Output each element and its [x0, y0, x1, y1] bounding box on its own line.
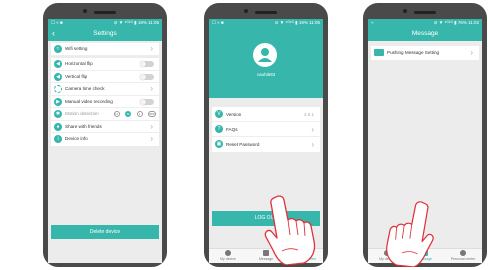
settings-row-label: Horizontal flip	[65, 61, 93, 66]
hand-pointer-icon	[264, 195, 316, 265]
status-icons-right: ⊘ ▼ ⁴ᴳ⁴ᴳ ▮ 19% 11:05	[274, 20, 320, 25]
settings-row-device-info[interactable]: i Device info ›	[51, 133, 159, 146]
pushing-message-label: Pushing Message Setting	[387, 50, 440, 55]
chevron-right-icon: ›	[150, 84, 153, 93]
settings-row-label: Camera time check	[65, 86, 105, 91]
reset-password-label: Reset Password	[226, 142, 260, 147]
page-title: Message	[411, 30, 439, 37]
avatar[interactable]	[253, 43, 277, 67]
tab-my-device[interactable]: My device	[209, 250, 247, 262]
settings-row-manual-recording: ▶ Manual video recording	[51, 96, 159, 108]
message-card: Pushing Message Setting ›	[371, 46, 479, 60]
status-bar: ☐ ≈ ■ ⊘ ▼ ⁴ᴳ⁴ᴳ ▮ 19% 11:05	[48, 19, 162, 26]
motion-option-h[interactable]: H	[113, 111, 120, 117]
version-icon: V	[215, 110, 223, 118]
settings-row-label: Share with friends	[65, 123, 102, 129]
status-icons-right: ⊘ ▼ ⁴ᴳ⁴ᴳ ▮ 76% 11:02	[433, 20, 479, 25]
user-icon	[258, 48, 272, 62]
front-camera	[244, 9, 248, 13]
horizontal-flip-toggle[interactable]	[140, 61, 154, 67]
settings-row-vertical-flip: ◀ Vertical flip	[51, 71, 159, 83]
speaker	[94, 11, 116, 14]
tab-label: Personal center	[450, 257, 476, 261]
profile-header: caohi693	[209, 26, 323, 98]
video-icon: ▶	[54, 97, 62, 106]
settings-row-label: Device info	[65, 136, 88, 141]
status-bar: ☐ ≈ ■ ⊘ ▼ ⁴ᴳ⁴ᴳ ▮ 19% 11:05	[209, 19, 323, 26]
clock-icon	[54, 85, 62, 93]
chevron-right-icon: ›	[470, 48, 473, 57]
motion-option-l[interactable]: L	[136, 111, 143, 117]
motion-option-m[interactable]: M	[125, 111, 132, 117]
username: caohi693	[256, 72, 276, 77]
settings-row-share[interactable]: ● Share with friends ›	[51, 121, 159, 133]
speaker	[255, 11, 277, 14]
envelope-icon	[374, 49, 384, 56]
chevron-right-icon: ›	[150, 121, 153, 131]
row-version: V Version 2.0.1	[212, 107, 320, 122]
manual-recording-toggle[interactable]	[140, 98, 154, 105]
speaker	[414, 11, 436, 14]
front-camera	[83, 9, 87, 13]
settings-row-label: Wifi setting	[65, 46, 88, 51]
status-bar: ≈ ⊘ ▼ ⁴ᴳ⁴ᴳ ▮ 76% 11:02	[368, 19, 482, 26]
phone-message: ≈ ⊘ ▼ ⁴ᴳ⁴ᴳ ▮ 76% 11:02 Message Pushing M…	[363, 3, 487, 267]
phone-settings: ☐ ≈ ■ ⊘ ▼ ⁴ᴳ⁴ᴳ ▮ 19% 11:05 ‹ Settings ≈ …	[43, 3, 167, 267]
settings-row-label: Motion detection	[65, 111, 99, 116]
tab-label: My device	[220, 257, 236, 261]
question-icon: ?	[215, 125, 223, 133]
motion-icon: ✱	[54, 110, 62, 118]
wifi-icon: ≈	[54, 45, 62, 53]
row-reset-password[interactable]: ▣ Reset Password ›	[212, 137, 320, 152]
settings-row-wifi[interactable]: ≈ Wifi setting ›	[51, 43, 159, 56]
vertical-flip-icon: ◀	[54, 72, 62, 81]
wifi-card: ≈ Wifi setting ›	[51, 43, 159, 56]
chevron-right-icon: ›	[311, 140, 314, 149]
account-card: V Version 2.0.1 ? FAQs › ▣ Reset Passwor…	[212, 107, 320, 152]
status-icons-left: ☐ ≈ ■	[212, 20, 224, 25]
horizontal-flip-icon: ◀	[54, 60, 62, 68]
chevron-right-icon: ›	[311, 125, 314, 134]
settings-row-label: Vertical flip	[65, 73, 88, 79]
front-camera	[403, 9, 407, 13]
settings-row-label: Manual video recording	[65, 98, 113, 104]
faqs-label: FAQs	[226, 127, 238, 132]
info-icon: i	[54, 135, 62, 143]
page-title: Settings	[93, 30, 117, 37]
tab-personal-center[interactable]: Personal center	[444, 250, 482, 262]
chevron-right-icon: ›	[150, 134, 153, 143]
vertical-flip-toggle[interactable]	[140, 73, 154, 80]
title-bar: ‹ Settings	[48, 26, 162, 41]
version-value: 2.0.1	[303, 112, 314, 117]
settings-card: ◀ Horizontal flip ◀ Vertical flip Camera…	[51, 58, 159, 146]
title-bar: Message	[368, 26, 482, 41]
settings-row-horizontal-flip: ◀ Horizontal flip	[51, 58, 159, 71]
chevron-right-icon: ›	[150, 44, 153, 53]
row-pushing-message-setting[interactable]: Pushing Message Setting ›	[371, 46, 479, 60]
motion-option-off[interactable]: OFF	[148, 111, 156, 117]
settings-screen: ☐ ≈ ■ ⊘ ▼ ⁴ᴳ⁴ᴳ ▮ 19% 11:05 ‹ Settings ≈ …	[48, 19, 162, 263]
status-icons-left: ≈	[371, 20, 374, 25]
lock-icon: ▣	[215, 140, 223, 148]
status-icons-right: ⊘ ▼ ⁴ᴳ⁴ᴳ ▮ 19% 11:05	[113, 20, 159, 25]
phone-personal-center: ☐ ≈ ■ ⊘ ▼ ⁴ᴳ⁴ᴳ ▮ 19% 11:05 caohi693 V Ve…	[204, 3, 328, 267]
back-icon[interactable]: ‹	[52, 26, 55, 41]
row-faqs[interactable]: ? FAQs ›	[212, 122, 320, 137]
hand-pointer-icon	[386, 201, 434, 267]
delete-device-button[interactable]: Delete device	[51, 225, 159, 239]
version-label: Version	[226, 112, 242, 117]
status-icons-left: ☐ ≈ ■	[51, 20, 63, 25]
settings-row-motion-detection: ✱ Motion detection H M L OFF	[51, 108, 159, 121]
share-icon: ●	[54, 122, 62, 131]
settings-row-camera-time[interactable]: Camera time check ›	[51, 83, 159, 96]
